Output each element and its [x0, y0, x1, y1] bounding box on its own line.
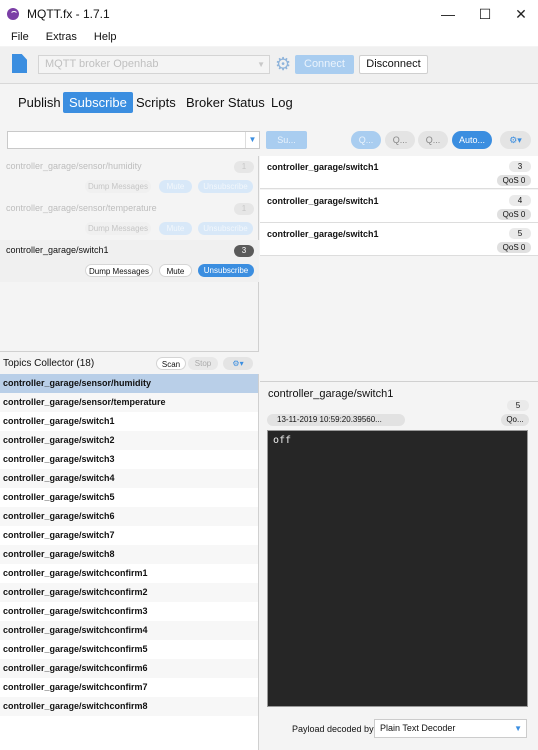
- message-qos-badge: QoS 0: [497, 242, 531, 253]
- menu-extras[interactable]: Extras: [46, 31, 77, 43]
- subscription-topic: controller_garage/sensor/temperature: [6, 203, 157, 213]
- detail-timestamp: 13-11-2019 10:59:20.39560...: [267, 414, 405, 426]
- message-qos-badge: QoS 0: [497, 175, 531, 186]
- chevron-down-icon: ▼: [514, 724, 522, 733]
- subscription-topic: controller_garage/switch1: [6, 245, 109, 255]
- tab-scripts[interactable]: Scripts: [130, 92, 182, 113]
- message-item[interactable]: controller_garage/switch1 3 QoS 0: [260, 156, 538, 189]
- topic-row[interactable]: controller_garage/sensor/temperature: [0, 393, 258, 412]
- message-number-badge: 3: [509, 161, 531, 172]
- topic-row[interactable]: controller_garage/switch6: [0, 507, 258, 526]
- mute-button[interactable]: Mute: [159, 264, 192, 277]
- tab-subscribe[interactable]: Subscribe: [63, 92, 133, 113]
- topic-row[interactable]: controller_garage/switchconfirm7: [0, 678, 258, 697]
- dump-messages-button[interactable]: Dump Messages: [85, 222, 151, 235]
- topics-collector-settings-button[interactable]: ⚙▾: [223, 357, 253, 370]
- decoder-label: Payload decoded by: [292, 724, 374, 734]
- tab-publish[interactable]: Publish: [12, 92, 67, 113]
- chevron-down-icon[interactable]: ▼: [245, 132, 259, 148]
- subscription-count-badge: 1: [234, 203, 254, 215]
- subscribe-topic-input[interactable]: ▼: [7, 131, 260, 149]
- subscription-item[interactable]: controller_garage/sensor/temperature 1 D…: [0, 198, 259, 240]
- subscription-item[interactable]: controller_garage/switch1 3 Dump Message…: [0, 240, 259, 282]
- subscription-count-badge: 3: [234, 245, 254, 257]
- topics-collector-header: Topics Collector (18) Scan Stop ⚙▾: [0, 351, 259, 374]
- message-detail-panel: controller_garage/switch1 5 13-11-2019 1…: [260, 381, 538, 750]
- close-button[interactable]: ✕: [503, 0, 538, 28]
- message-item[interactable]: controller_garage/switch1 5 QoS 0: [260, 223, 538, 256]
- payload-viewer[interactable]: off: [267, 430, 528, 707]
- broker-profile-value: MQTT broker Openhab: [45, 58, 159, 70]
- topic-row[interactable]: controller_garage/sensor/humidity: [0, 374, 258, 393]
- qos1-toggle[interactable]: Q...: [385, 131, 415, 149]
- message-topic: controller_garage/switch1: [267, 229, 379, 239]
- topic-row[interactable]: controller_garage/switch2: [0, 431, 258, 450]
- detail-number-badge: 5: [507, 400, 529, 411]
- subscription-item[interactable]: controller_garage/sensor/humidity 1 Dump…: [0, 156, 259, 198]
- topic-row[interactable]: controller_garage/switchconfirm8: [0, 697, 258, 716]
- subscription-topic: controller_garage/sensor/humidity: [6, 161, 142, 171]
- title-bar: MQTT.fx - 1.7.1 — ☐ ✕: [0, 0, 538, 28]
- gear-icon[interactable]: ⚙: [275, 55, 293, 73]
- unsubscribe-button[interactable]: Unsubscribe: [198, 180, 253, 193]
- qos2-toggle[interactable]: Q...: [418, 131, 448, 149]
- topics-collector-list: controller_garage/sensor/humidity control…: [0, 374, 259, 750]
- dump-messages-button[interactable]: Dump Messages: [85, 180, 151, 193]
- scan-button[interactable]: Scan: [156, 357, 186, 370]
- unsubscribe-button[interactable]: Unsubscribe: [198, 222, 253, 235]
- menu-help[interactable]: Help: [94, 31, 117, 43]
- subscribe-bar: ▼ Su... Q... Q... Q... Auto... ⚙▾: [0, 121, 538, 156]
- topic-row[interactable]: controller_garage/switch5: [0, 488, 258, 507]
- message-number-badge: 4: [509, 195, 531, 206]
- broker-profile-select[interactable]: MQTT broker Openhab ▼: [38, 55, 270, 74]
- main-tabs: Publish Subscribe Scripts Broker Status …: [0, 85, 538, 121]
- chevron-down-icon: ▼: [257, 60, 265, 69]
- message-qos-badge: QoS 0: [497, 209, 531, 220]
- disconnect-button[interactable]: Disconnect: [359, 55, 428, 74]
- topic-row[interactable]: controller_garage/switch4: [0, 469, 258, 488]
- connect-button[interactable]: Connect: [295, 55, 354, 74]
- qos0-toggle[interactable]: Q...: [351, 131, 381, 149]
- subscribe-button[interactable]: Su...: [266, 131, 307, 149]
- message-item[interactable]: controller_garage/switch1 4 QoS 0: [260, 190, 538, 223]
- window-title: MQTT.fx - 1.7.1: [27, 7, 110, 21]
- autoscroll-toggle[interactable]: Auto...: [452, 131, 492, 149]
- tab-log[interactable]: Log: [265, 92, 299, 113]
- edit-profiles-icon[interactable]: [12, 54, 27, 73]
- topic-row[interactable]: controller_garage/switchconfirm4: [0, 621, 258, 640]
- message-topic: controller_garage/switch1: [267, 162, 379, 172]
- topic-row[interactable]: controller_garage/switchconfirm5: [0, 640, 258, 659]
- subscriptions-list: controller_garage/sensor/humidity 1 Dump…: [0, 156, 259, 351]
- topic-row[interactable]: controller_garage/switchconfirm3: [0, 602, 258, 621]
- maximize-button[interactable]: ☐: [467, 0, 503, 28]
- message-list: controller_garage/switch1 3 QoS 0 contro…: [260, 156, 538, 381]
- topic-row[interactable]: controller_garage/switch7: [0, 526, 258, 545]
- detail-topic: controller_garage/switch1: [268, 388, 394, 400]
- subscribe-settings-button[interactable]: ⚙▾: [500, 131, 531, 149]
- topic-row[interactable]: controller_garage/switchconfirm2: [0, 583, 258, 602]
- unsubscribe-button[interactable]: Unsubscribe: [198, 264, 254, 277]
- message-topic: controller_garage/switch1: [267, 196, 379, 206]
- topics-collector-title: Topics Collector (18): [3, 358, 95, 369]
- minimize-button[interactable]: —: [430, 0, 466, 28]
- menu-bar: File Extras Help: [0, 28, 538, 46]
- dump-messages-button[interactable]: Dump Messages: [85, 264, 153, 277]
- topic-row[interactable]: controller_garage/switch1: [0, 412, 258, 431]
- topic-row[interactable]: controller_garage/switchconfirm1: [0, 564, 258, 583]
- topic-row[interactable]: controller_garage/switch8: [0, 545, 258, 564]
- payload-decoder-select[interactable]: Plain Text Decoder ▼: [374, 719, 527, 738]
- mute-button[interactable]: Mute: [159, 180, 192, 193]
- tab-broker-status[interactable]: Broker Status: [180, 92, 271, 113]
- menu-file[interactable]: File: [11, 31, 29, 43]
- subscription-count-badge: 1: [234, 161, 254, 173]
- message-number-badge: 5: [509, 228, 531, 239]
- connection-toolbar: MQTT broker Openhab ▼ ⚙ Connect Disconne…: [0, 47, 538, 84]
- stop-button[interactable]: Stop: [188, 357, 218, 370]
- mute-button[interactable]: Mute: [159, 222, 192, 235]
- detail-qos-badge: Qo...: [501, 414, 529, 426]
- topic-row[interactable]: controller_garage/switch3: [0, 450, 258, 469]
- decoder-value: Plain Text Decoder: [380, 723, 456, 733]
- mqttfx-app-icon: [7, 8, 19, 20]
- topic-row[interactable]: controller_garage/switchconfirm6: [0, 659, 258, 678]
